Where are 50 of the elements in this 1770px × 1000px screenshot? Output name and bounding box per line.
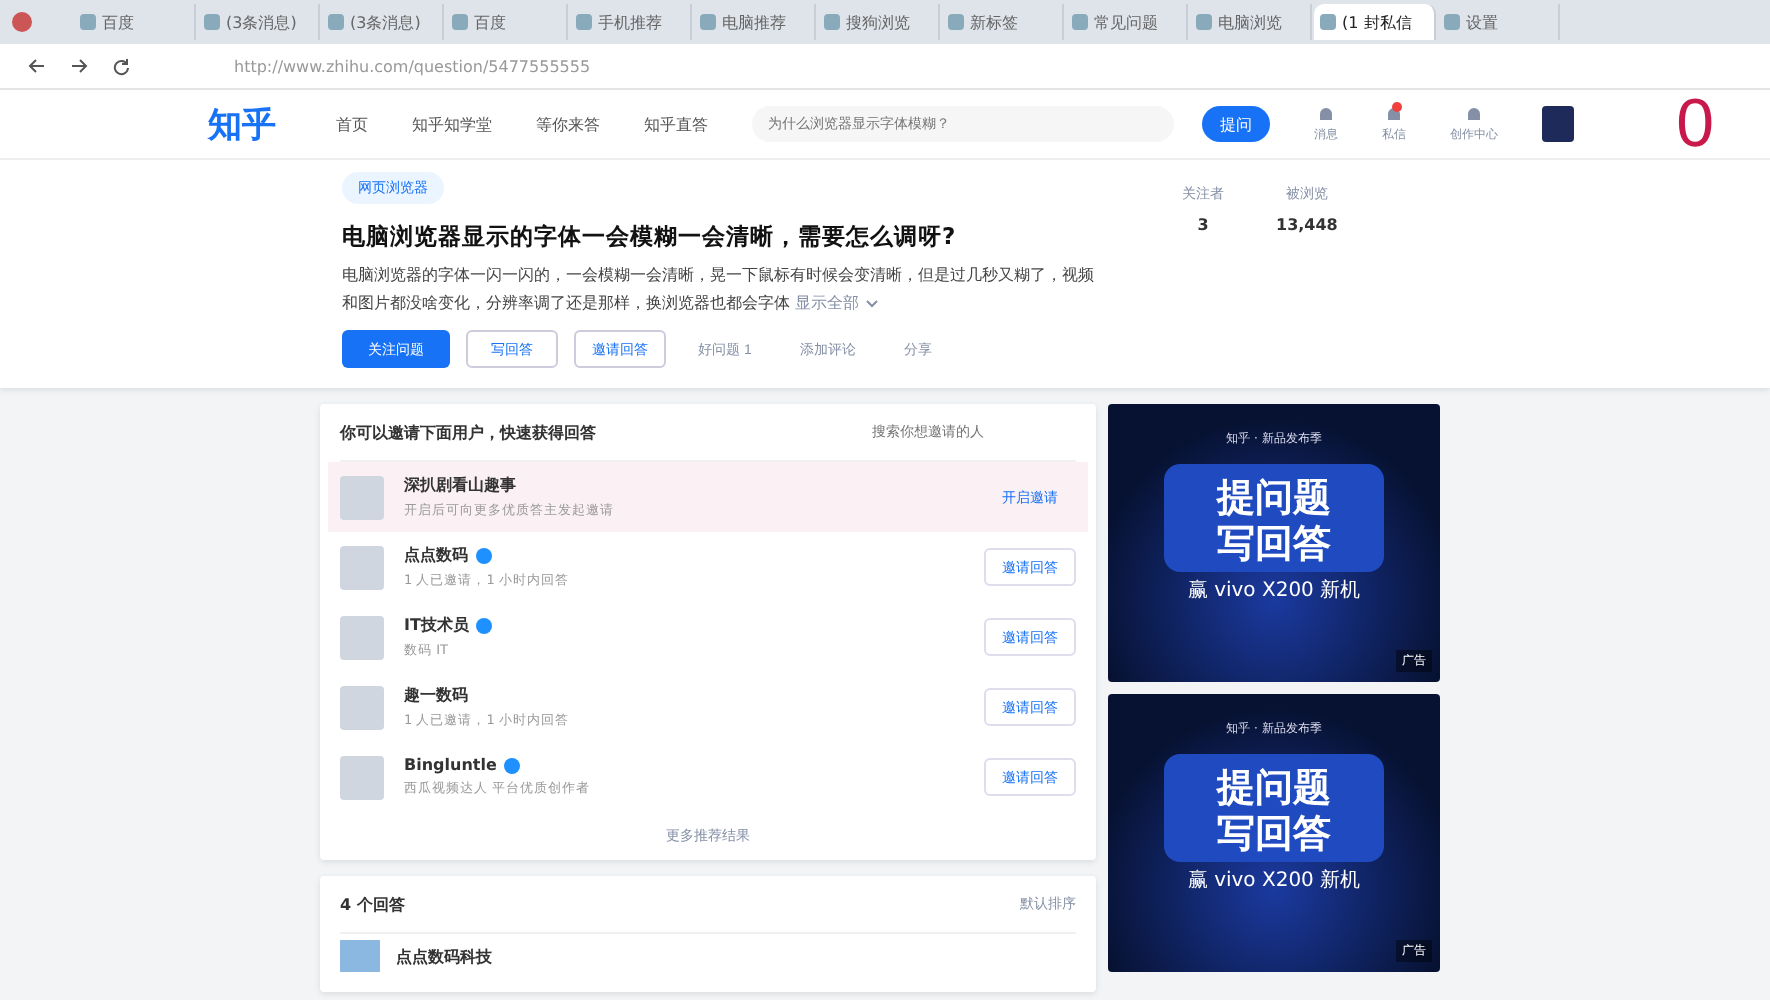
avatar — [340, 545, 384, 589]
avatar — [340, 615, 384, 659]
ad-headline: 写回答 — [1217, 522, 1331, 568]
forward-icon[interactable] — [70, 58, 88, 74]
counter-text: 0 — [1676, 86, 1714, 164]
nav-link[interactable]: 等你来答 — [536, 113, 600, 135]
invite-title: 你可以邀请下面用户，快速获得回答 — [340, 421, 596, 443]
user-name[interactable]: 深扒剧看山趣事 — [404, 474, 516, 496]
browser-tab[interactable]: 常见问题 — [1066, 4, 1188, 40]
avatar — [340, 755, 384, 799]
ad-headline: 写回答 — [1217, 812, 1331, 858]
back-icon[interactable] — [28, 58, 46, 74]
ad-headline: 提问题 — [1217, 766, 1331, 812]
ask-button[interactable]: 提问 — [1202, 106, 1270, 142]
author-name[interactable]: 点点数码科技 — [396, 945, 492, 967]
user-name[interactable]: IT技术员 — [404, 614, 469, 636]
avatar — [340, 940, 380, 972]
ad-prize: 赢 vivo X200 新机 — [1187, 577, 1361, 604]
question-title: 电脑浏览器显示的字体一会模糊一会清晰，需要怎么调呀? — [342, 222, 958, 252]
browser-tab[interactable]: 百度 — [446, 4, 568, 40]
browser-tab[interactable]: 新标签 — [942, 4, 1064, 40]
user-name[interactable]: 趣一数码 — [404, 684, 468, 706]
nav-link[interactable]: 知乎知学堂 — [412, 113, 492, 135]
ad-prize: 赢 vivo X200 新机 — [1187, 867, 1361, 894]
stat-value: 13,448 — [1276, 216, 1338, 234]
nav-link[interactable]: 首页 — [336, 113, 368, 135]
ad-headline: 提问题 — [1217, 476, 1331, 522]
user-name[interactable]: Bingluntle — [404, 756, 497, 774]
browser-tab[interactable]: 电脑推荐 — [694, 4, 816, 40]
browser-tab[interactable]: (1 封私信 — [1314, 4, 1436, 40]
avatar — [340, 685, 384, 729]
browser-tab[interactable]: 百度 — [74, 4, 196, 40]
site-logo[interactable]: 知乎 — [208, 101, 276, 147]
answer-count: 4 个回答 — [340, 893, 405, 915]
browser-tab[interactable]: 手机推荐 — [570, 4, 692, 40]
avatar — [340, 475, 384, 519]
nav-link[interactable]: 知乎直答 — [644, 113, 708, 135]
browser-tab[interactable]: 电脑浏览 — [1190, 4, 1312, 40]
question-description: 电脑浏览器的字体一闪一闪的，一会模糊一会清晰，晃一下鼠标有时候会变清晰，但是过几秒又糊了，视频和图片都没啥变化，分辨率调了还是那样，换浏览器也都会字体 显示全部 — [342, 264, 1096, 316]
reload-icon[interactable] — [112, 57, 130, 75]
address-field[interactable]: http://www.zhihu.com/question/5477555555 — [234, 57, 591, 75]
profile-icon[interactable] — [12, 12, 32, 32]
user-name[interactable]: 点点数码 — [404, 544, 468, 566]
browser-tab[interactable]: (3条消息) — [322, 4, 444, 40]
stat-value: 3 — [1197, 216, 1209, 234]
browser-tab[interactable]: 设置 — [1438, 4, 1560, 40]
browser-tab[interactable]: 搜狗浏览 — [818, 4, 940, 40]
show-all-link[interactable]: 显示全部 — [795, 294, 860, 312]
chevron-down-icon[interactable] — [865, 300, 878, 308]
browser-tab[interactable]: (3条消息) — [198, 4, 320, 40]
